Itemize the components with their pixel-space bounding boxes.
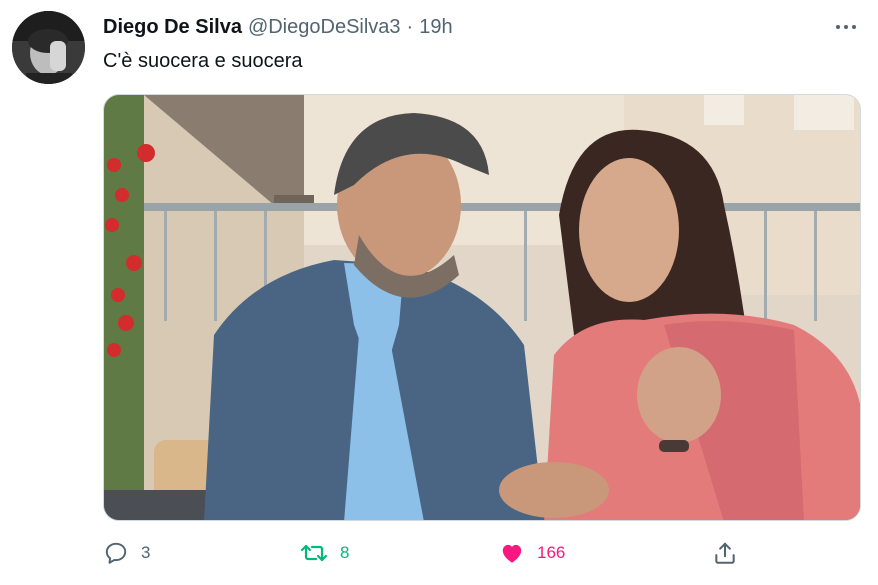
heart-filled-icon <box>502 544 522 563</box>
reply-count: 3 <box>141 543 151 562</box>
tweet-actions: 3 8 166 <box>103 536 749 570</box>
retweet-arrows-icon <box>300 544 328 562</box>
header-separator: · <box>406 16 414 38</box>
more-dots-icon[interactable] <box>832 14 860 40</box>
share-button[interactable] <box>712 536 738 570</box>
avatar-image <box>12 11 85 84</box>
photo-image <box>104 95 860 520</box>
author-handle[interactable]: @DiegoDeSilva3 <box>248 15 401 39</box>
tweet-card[interactable]: Diego De Silva @DiegoDeSilva3 · 19h C'è … <box>0 0 878 585</box>
tweet-photo[interactable] <box>103 94 861 521</box>
tweet-text: C'è suocera e suocera <box>103 50 303 72</box>
like-count: 166 <box>537 543 566 562</box>
tweet-timestamp[interactable]: 19h <box>419 15 452 39</box>
avatar[interactable] <box>12 11 85 84</box>
like-button[interactable]: 166 <box>499 536 565 570</box>
retweet-button[interactable]: 8 <box>300 536 349 570</box>
reply-button[interactable]: 3 <box>103 536 150 570</box>
share-upload-icon <box>715 542 735 564</box>
tweet-header: Diego De Silva @DiegoDeSilva3 · 19h <box>103 15 453 39</box>
author-name[interactable]: Diego De Silva <box>103 15 242 39</box>
reply-bubble-icon <box>105 542 127 564</box>
retweet-count: 8 <box>340 543 350 562</box>
